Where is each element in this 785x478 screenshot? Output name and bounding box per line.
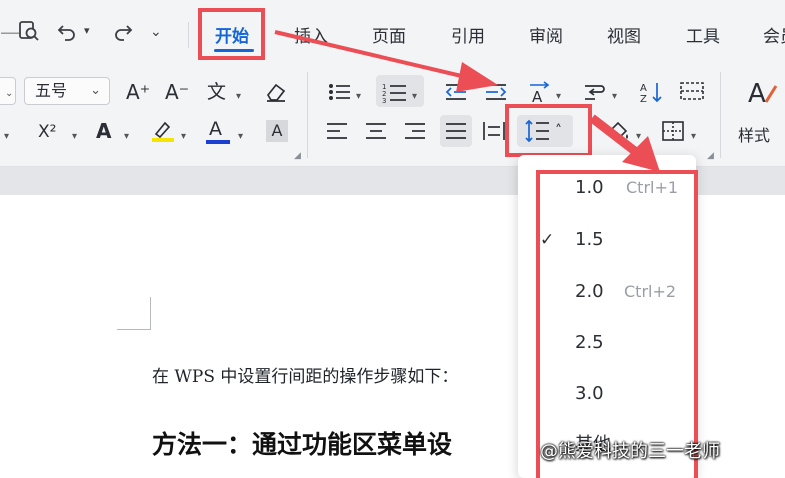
increase-indent-icon[interactable] [484,82,508,106]
shading-icon[interactable] [607,120,631,148]
svg-text:A: A [748,79,766,109]
chevron-down-icon: ⌄ [90,83,101,98]
decrease-indent-icon[interactable] [444,82,468,106]
separator [188,22,189,48]
undo-dropdown-icon[interactable]: ▾ [84,24,90,37]
shrink-font-button[interactable]: A⁻ [165,82,189,102]
numbering-icon: 123 [382,82,408,108]
sort-icon[interactable]: AZ [640,80,664,108]
justify-icon [445,122,467,144]
chevron-down-icon[interactable]: ▾ [238,127,243,147]
character-shading-button[interactable]: A [266,120,288,142]
svg-text:3: 3 [382,97,386,104]
table-icon[interactable] [680,81,704,105]
tab-tools[interactable]: 工具 [686,22,720,47]
align-right-icon[interactable] [404,122,426,144]
page-corner-mark [117,329,151,330]
svg-text:A: A [532,88,543,104]
svg-text:Z: Z [640,94,647,104]
chevron-down-icon[interactable]: ▾ [181,127,186,147]
tab-review[interactable]: 审阅 [529,22,563,47]
chevron-down-icon[interactable]: ▾ [691,127,696,147]
superscript-button[interactable]: X² [38,122,56,142]
font-size-value: 五号 [35,81,68,100]
annotation-box-menu [536,170,698,478]
menu-bar: — ▾ ⌄ 开始 插入 页面 引用 审阅 视图 工具 会员 [0,0,785,62]
grow-font-button[interactable]: A⁺ [126,82,150,102]
font-dialog-launcher-icon[interactable]: ◢ [294,151,301,161]
tab-member[interactable]: 会员 [763,22,785,47]
annotation-box-home [198,8,265,60]
watermark: @熊爱科技的三一老师 [540,441,720,462]
align-center-icon[interactable] [365,122,387,144]
chevron-down-icon: ⌄ [5,88,14,99]
tab-references[interactable]: 引用 [451,22,485,47]
font-size-select[interactable]: 五号 ⌄ [24,77,110,105]
annotation-box-line-spacing [505,104,592,157]
chevron-down-icon[interactable]: ▾ [356,87,361,107]
tab-insert[interactable]: 插入 [294,22,328,47]
font-color-bar [206,140,230,144]
phonetic-guide-button[interactable]: 文 [207,82,226,102]
undo-icon[interactable] [56,20,78,47]
svg-text:A: A [640,83,647,94]
border-icon[interactable] [662,121,684,145]
distributed-icon[interactable] [483,121,505,145]
page-corner-mark [150,297,151,330]
highlight-icon[interactable] [151,119,175,147]
chevron-down-icon[interactable]: ▾ [612,87,617,107]
document-paragraph[interactable]: 在 WPS 中设置行间距的操作步骤如下： [152,362,458,387]
align-left-icon[interactable] [326,122,348,144]
chevron-down-icon[interactable]: ⌄ [150,24,162,40]
menu-fragment: — [0,20,20,44]
paragraph-dialog-launcher-icon[interactable]: ◢ [707,151,714,161]
tab-page[interactable]: 页面 [372,22,406,47]
bullets-icon[interactable] [328,82,352,106]
redo-icon[interactable] [112,20,134,47]
font-name-select[interactable]: ⌄ [0,77,16,105]
chevron-down-icon[interactable]: ▾ [236,87,241,107]
chevron-down-icon[interactable]: ▾ [124,127,129,147]
tab-view[interactable]: 视图 [607,22,641,47]
document-heading[interactable]: 方法一：通过功能区菜单设 [152,425,452,461]
styles-label[interactable]: 样式 [738,122,770,146]
chevron-down-icon[interactable]: ▾ [636,127,641,147]
text-effect-button[interactable]: A [96,121,111,141]
styles-icon[interactable]: A [748,76,778,114]
chevron-down-icon[interactable]: ▾ [72,127,77,147]
separator [307,72,308,158]
separator [720,72,721,158]
chevron-down-icon[interactable]: ▾ [4,127,9,147]
chevron-down-icon[interactable]: ▾ [412,87,417,107]
document-search-icon[interactable] [18,20,40,47]
font-color-label: A [209,118,222,140]
eraser-icon[interactable] [264,81,288,107]
